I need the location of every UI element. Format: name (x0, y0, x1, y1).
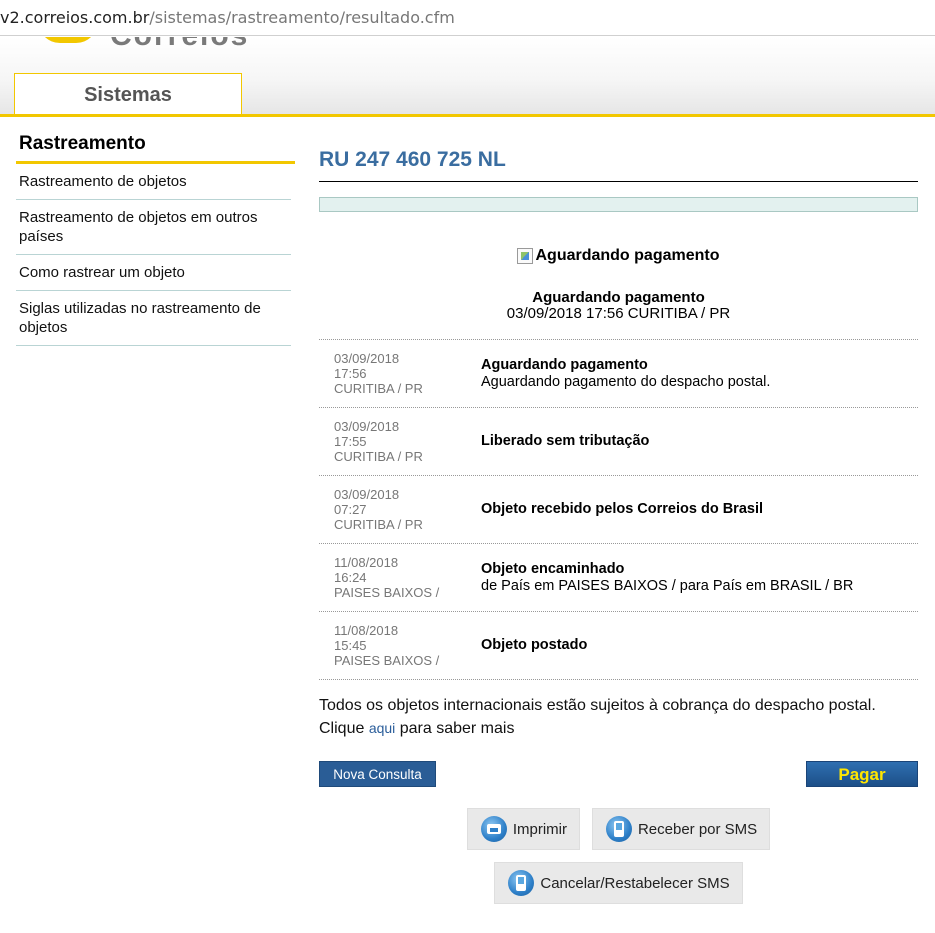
event-place: CURITIBA / PR (334, 517, 423, 532)
event-desc: Aguardando pagamento Aguardando pagament… (481, 357, 770, 391)
tab-sistemas[interactable]: Sistemas (14, 73, 242, 114)
event-date: 11/08/2018 (334, 623, 399, 638)
logo-swoosh-icon (38, 37, 98, 43)
address-bar[interactable]: v2.correios.com.br/sistemas/rastreamento… (0, 0, 935, 36)
current-status: Aguardando pagamento 03/09/2018 17:56 CU… (319, 290, 918, 322)
sidebar-menu: Rastreamento de objetos Rastreamento de … (16, 164, 291, 346)
pagar-button[interactable]: Pagar (806, 761, 918, 787)
logo-wordmark: Correios (110, 37, 249, 53)
imprimir-label: Imprimir (512, 820, 567, 838)
cancelar-sms-label: Cancelar/Restabelecer SMS (540, 874, 730, 892)
event-meta: 03/09/2018 17:55 CURITIBA / PR (319, 419, 481, 464)
tracking-code: RU 247 460 725 NL (319, 148, 918, 182)
event-meta: 03/09/2018 17:56 CURITIBA / PR (319, 351, 481, 396)
event-date: 03/09/2018 (334, 419, 400, 434)
correios-logo[interactable]: Correios (30, 37, 290, 52)
event-date: 03/09/2018 (334, 487, 400, 502)
table-row: 11/08/2018 15:45 PAISES BAIXOS / Objeto … (319, 612, 918, 680)
event-place: PAISES BAIXOS / (334, 585, 440, 600)
event-place: CURITIBA / PR (334, 449, 423, 464)
notice-line-1: Todos os objetos internacionais estão su… (319, 697, 876, 714)
event-meta: 03/09/2018 07:27 CURITIBA / PR (319, 487, 481, 532)
notice-line-2: Clique aqui para saber mais (319, 717, 918, 740)
current-status-detail: 03/09/2018 17:56 CURITIBA / PR (506, 305, 731, 322)
event-date: 03/09/2018 (334, 351, 400, 366)
event-time: 17:56 (334, 366, 367, 381)
event-detail: de País em PAISES BAIXOS / para País em … (481, 577, 854, 594)
main-content: RU 247 460 725 NL Aguardando pagamento A… (319, 148, 918, 904)
sidebar: Rastreamento Rastreamento de objetos Ras… (16, 130, 295, 346)
progress-bar (319, 197, 918, 212)
event-title: Aguardando pagamento (481, 356, 648, 373)
event-meta: 11/08/2018 16:24 PAISES BAIXOS / (319, 555, 481, 600)
table-row: 03/09/2018 07:27 CURITIBA / PR Objeto re… (319, 476, 918, 544)
event-place: PAISES BAIXOS / (334, 653, 440, 668)
event-meta: 11/08/2018 15:45 PAISES BAIXOS / (319, 623, 481, 668)
event-detail: Aguardando pagamento do despacho postal. (481, 373, 771, 390)
tool-row-1: Imprimir Receber por SMS (319, 808, 918, 850)
event-title: Objeto encaminhado (481, 560, 625, 577)
event-desc: Liberado sem tributação (481, 433, 649, 450)
phone-icon (508, 870, 535, 896)
sidebar-item-rastreamento-objetos[interactable]: Rastreamento de objetos (16, 164, 291, 200)
notice-text: Todos os objetos internacionais estão su… (319, 694, 918, 740)
event-time: 16:24 (334, 570, 367, 585)
receber-sms-label: Receber por SMS (637, 820, 758, 838)
printer-icon (480, 816, 507, 842)
receber-sms-button[interactable]: Receber por SMS (591, 808, 771, 850)
notice-suffix: para saber mais (399, 720, 515, 737)
events-table: 03/09/2018 17:56 CURITIBA / PR Aguardand… (319, 339, 918, 680)
sidebar-item-rastreamento-outros-paises[interactable]: Rastreamento de objetos em outros países (16, 200, 291, 255)
cancelar-sms-button[interactable]: Cancelar/Restabelecer SMS (494, 862, 743, 904)
url-host: v2.correios.com.br (0, 8, 150, 27)
event-desc: Objeto recebido pelos Correios do Brasil (481, 501, 763, 518)
event-title: Liberado sem tributação (481, 433, 650, 449)
event-time: 15:45 (334, 638, 367, 653)
saber-mais-link[interactable]: aqui (369, 720, 395, 736)
event-title: Objeto recebido pelos Correios do Brasil (481, 501, 764, 517)
table-row: 11/08/2018 16:24 PAISES BAIXOS / Objeto … (319, 544, 918, 612)
sidebar-heading: Rastreamento (16, 130, 295, 164)
event-place: CURITIBA / PR (334, 381, 423, 396)
imprimir-button[interactable]: Imprimir (466, 808, 580, 850)
event-time: 17:55 (334, 434, 367, 449)
current-status-title: Aguardando pagamento (532, 289, 705, 306)
event-title: Objeto postado (481, 637, 588, 653)
nova-consulta-button[interactable]: Nova Consulta (319, 761, 436, 787)
action-buttons: Nova Consulta Pagar (319, 761, 918, 787)
event-desc: Objeto encaminhado de País em PAISES BAI… (481, 561, 853, 595)
status-image-alt: Aguardando pagamento (535, 247, 720, 264)
notice-prefix: Clique (319, 720, 365, 737)
sidebar-item-como-rastrear[interactable]: Como rastrear um objeto (16, 255, 291, 291)
event-time: 07:27 (334, 502, 367, 517)
event-desc: Objeto postado (481, 637, 587, 654)
sidebar-item-siglas[interactable]: Siglas utilizadas no rastreamento de obj… (16, 291, 291, 346)
table-row: 03/09/2018 17:56 CURITIBA / PR Aguardand… (319, 340, 918, 408)
site-header: Correios Sistemas (0, 37, 935, 117)
event-date: 11/08/2018 (334, 555, 399, 570)
status-image: Aguardando pagamento (319, 245, 918, 267)
url-path: /sistemas/rastreamento/resultado.cfm (149, 8, 455, 27)
tool-row-2: Cancelar/Restabelecer SMS (319, 862, 918, 904)
broken-image-icon (517, 248, 534, 264)
table-row: 03/09/2018 17:55 CURITIBA / PR Liberado … (319, 408, 918, 476)
phone-icon (605, 816, 632, 842)
